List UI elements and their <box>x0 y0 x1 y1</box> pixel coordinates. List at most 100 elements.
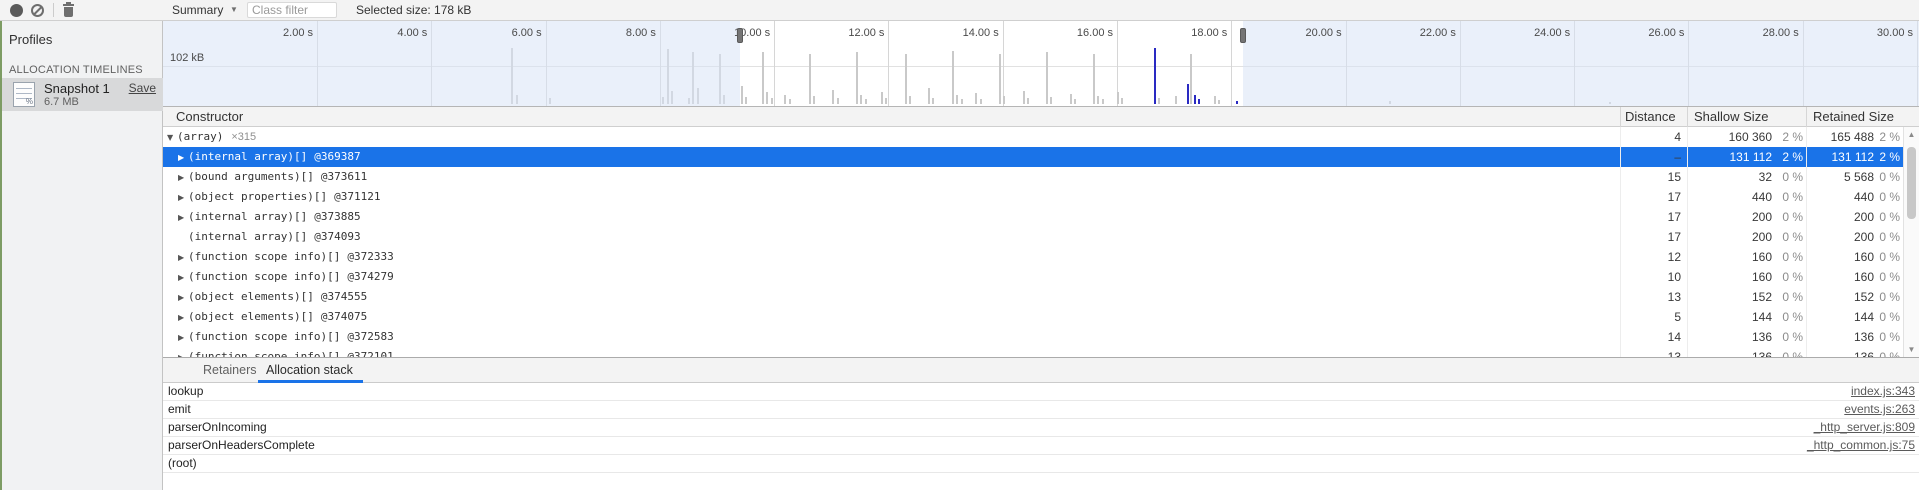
size-value: 144 <box>1807 307 1874 327</box>
heap-grid-row[interactable]: ▶(function scope info)[]@372583141360 %1… <box>163 327 1903 347</box>
constructor-cell: ▶(object elements)[]@374555 <box>163 287 1620 307</box>
allocation-timeline-overview[interactable]: 2.00 s4.00 s6.00 s8.00 s10.00 s12.00 s14… <box>163 21 1919 107</box>
stack-frame-row[interactable]: (root) <box>163 455 1919 473</box>
allocation-bar-live <box>1187 84 1189 104</box>
collapsed-triangle-icon[interactable]: ▶ <box>178 328 188 347</box>
collapsed-triangle-icon[interactable]: ▶ <box>178 248 188 267</box>
allocation-bar <box>771 98 773 104</box>
class-filter-input[interactable] <box>247 2 337 18</box>
timeline-tick-label: 30.00 s <box>1877 27 1913 39</box>
heap-grid-row[interactable]: ▶(function scope info)[]@374279101600 %1… <box>163 267 1903 287</box>
timeline-tick-label: 20.00 s <box>1305 27 1341 39</box>
object-id: @374093 <box>314 230 360 243</box>
allocation-bar <box>961 99 963 104</box>
size-value: 5 568 <box>1807 167 1874 187</box>
column-header-shallow-size[interactable]: Shallow Size <box>1687 107 1806 127</box>
heap-grid-row[interactable]: ▶(function scope info)[]@372101131360 %1… <box>163 347 1903 357</box>
size-percent: 0 % <box>1874 187 1900 207</box>
sidebar-item-snapshot-1[interactable]: % Snapshot 1 6.7 MB Save <box>0 78 163 111</box>
collapsed-triangle-icon[interactable]: ▶ <box>178 268 188 287</box>
clear-icon[interactable] <box>31 4 44 17</box>
allocation-bar <box>881 92 883 104</box>
grid-scrollbar[interactable]: ▲ ▼ <box>1903 127 1919 357</box>
allocation-bar <box>745 97 747 104</box>
column-header-retained-size[interactable]: Retained Size <box>1806 107 1903 127</box>
chevron-down-icon[interactable]: ▼ <box>230 0 238 20</box>
record-icon[interactable] <box>10 4 23 17</box>
stack-frame-row[interactable]: emitevents.js:263 <box>163 401 1919 419</box>
allocation-bar <box>809 54 811 104</box>
heap-grid-row[interactable]: ▶(object elements)[]@374555131520 %1520 … <box>163 287 1903 307</box>
frame-source-link[interactable]: events.js:263 <box>1844 401 1919 418</box>
allocation-bar <box>837 98 839 104</box>
object-id: @374279 <box>347 270 393 283</box>
heap-grid-row[interactable]: ▶(bound arguments)[]@37361115320 %5 5680… <box>163 167 1903 187</box>
shallow-size-cell: 1600 % <box>1687 267 1806 287</box>
heap-grid-row[interactable]: ▶(internal array)[]@373885172000 %2000 % <box>163 207 1903 227</box>
distance-cell: 4 <box>1620 127 1687 147</box>
timeline-tick-label: 14.00 s <box>963 27 999 39</box>
scrollbar-thumb[interactable] <box>1907 147 1916 219</box>
summary-dropdown[interactable]: Summary <box>172 0 223 20</box>
allocation-bar <box>1214 96 1216 104</box>
allocation-bar-live <box>1194 95 1196 104</box>
heap-grid-row[interactable]: ▶(internal array)[]@369387–131 1122 %131… <box>163 147 1903 167</box>
toolbar: Summary ▼ Selected size: 178 kB <box>0 0 1919 21</box>
collapsed-triangle-icon[interactable]: ▶ <box>178 308 188 327</box>
allocation-bar <box>1218 100 1220 104</box>
retained-size-cell: 1600 % <box>1806 267 1903 287</box>
stack-frame-row[interactable]: lookupindex.js:343 <box>163 383 1919 401</box>
trash-icon[interactable] <box>62 4 75 17</box>
allocation-bar <box>1102 99 1104 104</box>
heap-grid-row[interactable]: ▼(array)×3154160 3602 %165 4882 % <box>163 127 1903 147</box>
selection-handle-right[interactable] <box>1240 28 1246 43</box>
collapsed-triangle-icon[interactable]: ▶ <box>178 168 188 187</box>
collapsed-triangle-icon[interactable]: ▶ <box>178 208 188 227</box>
constructor-name: (object elements)[] <box>188 310 314 323</box>
allocation-bar <box>865 99 867 104</box>
heap-grid-row[interactable]: ▶(function scope info)[]@372333121600 %1… <box>163 247 1903 267</box>
frame-source-link[interactable]: _http_common.js:75 <box>1807 437 1919 454</box>
allocation-bar <box>999 54 1001 104</box>
allocation-bar-live <box>1236 101 1238 104</box>
shallow-size-cell: 4400 % <box>1687 187 1806 207</box>
timeline-dimmed-right <box>1243 21 1919 106</box>
snapshot-size: 6.7 MB <box>44 96 79 108</box>
distance-cell: 5 <box>1620 307 1687 327</box>
scroll-up-icon[interactable]: ▲ <box>1904 130 1919 139</box>
allocation-bar <box>980 99 982 104</box>
save-link[interactable]: Save <box>129 81 156 95</box>
heap-grid-row[interactable]: (internal array)[]@374093172000 %2000 % <box>163 227 1903 247</box>
shallow-size-cell: 160 3602 % <box>1687 127 1806 147</box>
frame-source-link[interactable]: _http_server.js:809 <box>1814 419 1919 436</box>
allocation-bar <box>1158 98 1160 104</box>
selection-handle-left[interactable] <box>737 28 743 43</box>
allocation-bar <box>932 98 934 104</box>
distance-cell: 13 <box>1620 287 1687 307</box>
stack-frame-row[interactable]: parserOnIncoming_http_server.js:809 <box>163 419 1919 437</box>
distance-cell: 15 <box>1620 167 1687 187</box>
collapsed-triangle-icon[interactable]: ▶ <box>178 148 188 167</box>
scroll-down-icon[interactable]: ▼ <box>1904 345 1919 354</box>
size-value: 131 112 <box>1807 147 1874 167</box>
selected-size-label: Selected size: 178 kB <box>356 0 471 20</box>
heap-grid-row[interactable]: ▶(object elements)[]@37407551440 %1440 % <box>163 307 1903 327</box>
distance-cell: 17 <box>1620 207 1687 227</box>
collapsed-triangle-icon[interactable]: ▶ <box>178 348 188 357</box>
object-id: @374555 <box>321 290 367 303</box>
object-id: @372101 <box>347 350 393 357</box>
heap-grid-row[interactable]: ▶(object properties)[]@371121174400 %440… <box>163 187 1903 207</box>
stack-frame-row[interactable]: parserOnHeadersComplete_http_common.js:7… <box>163 437 1919 455</box>
column-header-distance[interactable]: Distance <box>1620 107 1687 127</box>
collapsed-triangle-icon[interactable]: ▶ <box>178 288 188 307</box>
constructor-name: (bound arguments)[] <box>188 170 314 183</box>
collapsed-triangle-icon[interactable]: ▶ <box>178 188 188 207</box>
size-value: 440 <box>1807 187 1874 207</box>
size-value: 165 488 <box>1807 127 1874 147</box>
timeline-tick-line <box>774 21 775 106</box>
frame-source-link[interactable]: index.js:343 <box>1851 383 1919 400</box>
size-percent: 0 % <box>1874 307 1900 327</box>
expanded-triangle-icon[interactable]: ▼ <box>167 128 177 147</box>
column-header-constructor[interactable]: Constructor <box>163 107 1620 127</box>
tab-retainers[interactable]: Retainers <box>203 358 257 383</box>
